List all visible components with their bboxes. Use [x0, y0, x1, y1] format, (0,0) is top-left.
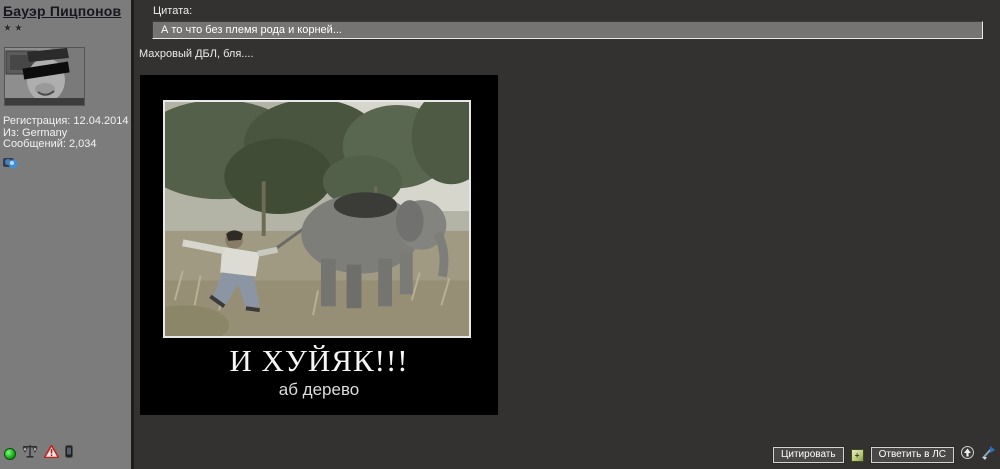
quote-label: Цитата: [153, 5, 192, 17]
post-status-icons [4, 444, 73, 463]
messenger-icon[interactable] [3, 155, 18, 169]
registration-date: Регистрация: 12.04.2014 [3, 116, 131, 128]
user-sidebar: Бауэр Пицпонов ★★ Регистрация: 12.04.201… [0, 0, 134, 469]
post-body-text: Махровый ДБЛ, бля.... [139, 48, 254, 60]
username-link[interactable]: Бауэр Пицпонов [3, 3, 121, 19]
reputation-scales-icon[interactable] [22, 444, 38, 463]
user-info: Регистрация: 12.04.2014 Из: Germany Сооб… [3, 116, 131, 151]
multiquote-icon[interactable]: + [851, 449, 864, 462]
demotivator-title: И ХУЙЯК!!! [140, 343, 498, 379]
demotivator-image[interactable]: И ХУЙЯК!!! аб дерево [140, 75, 498, 415]
user-avatar[interactable] [5, 48, 84, 105]
post-count: Сообщений: 2,034 [3, 139, 131, 151]
online-status-icon [4, 448, 16, 460]
post-footer-controls: Цитировать + Ответить в ЛС [773, 445, 996, 465]
avatar-image [5, 48, 84, 105]
quoted-message: А то что без племя рода и корней... [152, 21, 983, 39]
user-rank-stars: ★★ [3, 23, 131, 34]
elephant-photo [163, 100, 471, 338]
moderation-flag-icon[interactable] [981, 445, 996, 465]
mobile-phone-icon [65, 445, 73, 463]
reply-pm-button[interactable]: Ответить в ЛС [871, 447, 954, 463]
demotivator-subtitle: аб дерево [140, 380, 498, 400]
quote-button[interactable]: Цитировать [773, 447, 844, 463]
post-content-area: Цитата: А то что без племя рода и корней… [137, 0, 1000, 469]
report-warning-icon[interactable] [44, 445, 59, 463]
scroll-top-icon[interactable] [961, 446, 974, 464]
